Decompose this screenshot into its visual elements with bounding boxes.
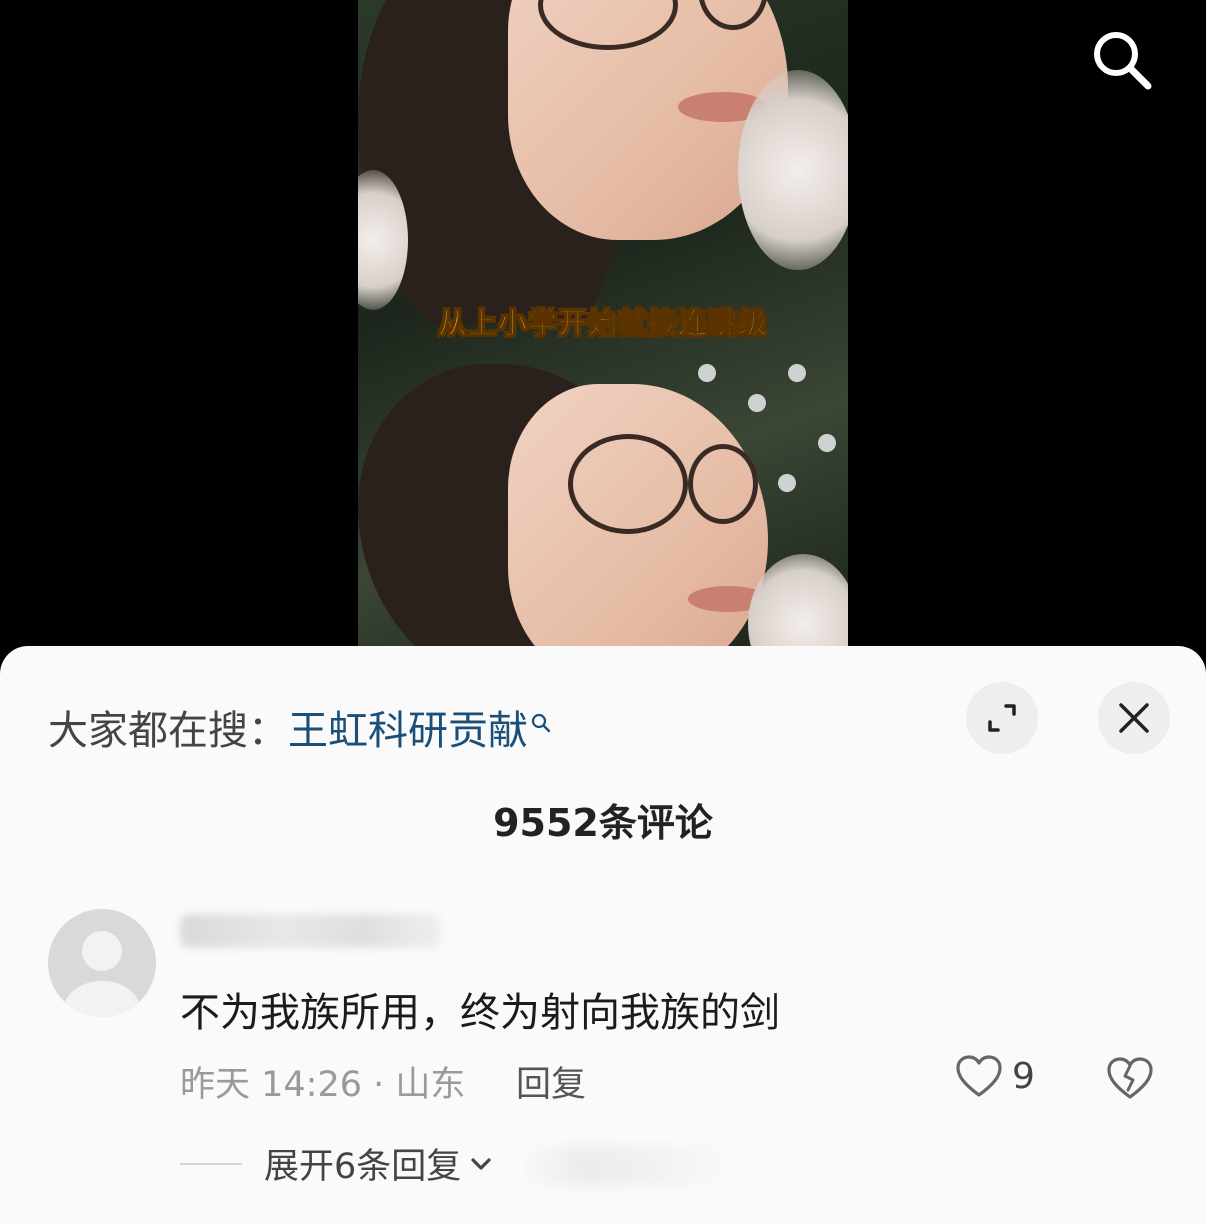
video-frame: 从上小学开始就接连跳级 [358,0,848,648]
broken-heart-icon[interactable] [1104,1052,1156,1104]
flower-shape [818,434,836,452]
comment-count-title: 9552条评论 [493,801,713,845]
heart-icon[interactable] [954,1052,1004,1102]
search-icon[interactable] [1088,26,1156,94]
hot-search-keyword[interactable]: 王虹科研贡献 [288,708,528,754]
comment-meta: 昨天 14:26 · 山东 [180,1065,466,1105]
video-frame-top [358,0,848,324]
video-caption: 从上小学开始就接连跳级 [437,306,768,341]
close-icon [1119,703,1149,733]
flower-shape [778,474,796,492]
video-player[interactable]: 从上小学开始就接连跳级 [0,0,1206,660]
reply-button[interactable]: 回复 [516,1056,586,1107]
glasses-shape [568,434,688,534]
expand-button[interactable] [966,682,1038,754]
hot-search-prefix: 大家都在搜： [48,708,288,754]
expand-replies-label: 展开6条回复 [264,1147,462,1187]
glasses-shape [688,444,758,524]
divider-line [180,1162,242,1165]
username-blurred[interactable] [180,914,442,948]
video-frame-bottom [358,324,848,648]
comment-text: 不为我族所用，终为射向我族的剑 [180,990,780,1036]
close-button[interactable] [1098,682,1170,754]
blurred-overlay [520,1146,735,1186]
search-icon [530,698,552,733]
hot-search-bar[interactable]: 大家都在搜：王虹科研贡献 [48,698,552,756]
expand-replies-button[interactable]: 展开6条回复 [180,1138,497,1189]
chevron-down-icon [471,1157,491,1170]
comment-sheet: 大家都在搜：王虹科研贡献 9552条评论 不为我族所用，终为射向我族的剑 昨天 … [0,646,1206,1224]
flower-shape [698,364,716,382]
default-avatar-icon [64,931,140,1017]
expand-icon [988,704,1016,732]
fur-collar-shape [738,70,848,270]
avatar[interactable] [48,909,156,1017]
like-count: 9 [1012,1056,1035,1097]
flower-shape [748,394,766,412]
flower-shape [788,364,806,382]
